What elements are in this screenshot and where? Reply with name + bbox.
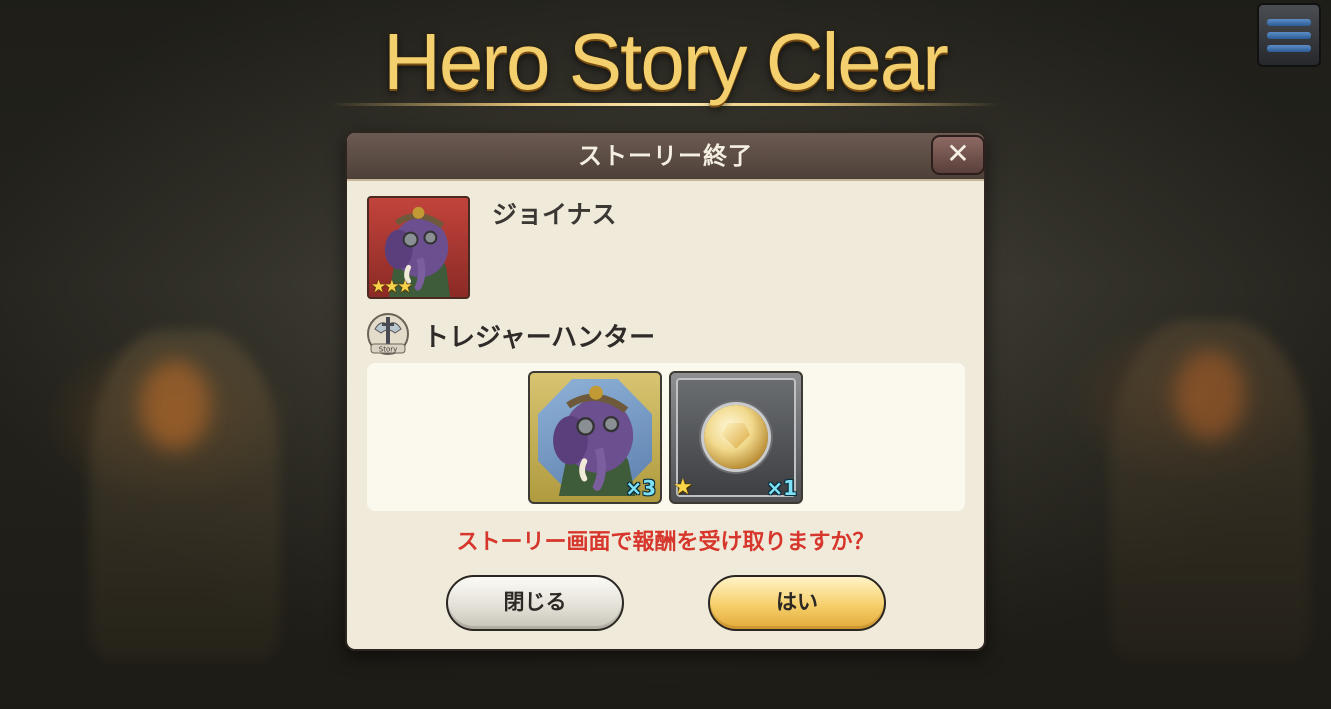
- torch-flame-right: [1175, 350, 1245, 440]
- banner-title: Hero Story Clear: [383, 17, 949, 106]
- close-dialog-button[interactable]: 閉じる: [446, 575, 624, 631]
- rarity-star-icon: ★: [673, 475, 693, 500]
- menu-button[interactable]: [1257, 3, 1321, 67]
- close-button[interactable]: ✕: [931, 135, 985, 175]
- torch-flame-left: [140, 360, 210, 450]
- yes-button[interactable]: はい: [708, 575, 886, 631]
- svg-text:Story: Story: [379, 346, 398, 354]
- reward-quantity: ×3: [625, 476, 656, 500]
- hero-portrait: ★★★: [367, 196, 470, 299]
- reward-panel: ×3 ★ ×1: [367, 363, 965, 511]
- gem-coin-icon: [704, 405, 768, 469]
- reward-quantity: ×1: [766, 476, 797, 500]
- hamburger-icon-bar: [1267, 44, 1311, 52]
- story-icon: Story: [367, 313, 409, 355]
- close-icon: ✕: [946, 137, 970, 170]
- gem-icon: [722, 423, 750, 449]
- reward-hero-fragment[interactable]: ×3: [528, 371, 662, 504]
- rarity-stars: ★★★: [371, 277, 413, 297]
- hamburger-icon-bar: [1267, 18, 1311, 26]
- story-title: トレジャーハンター: [423, 323, 656, 353]
- reward-prompt: ストーリー画面で報酬を受け取りますか？: [456, 530, 875, 555]
- story-clear-dialog: ストーリー終了 ✕ ★★★ ジョイナス Story トレジャーハンター ×3 ★…: [345, 131, 986, 651]
- dialog-title: ストーリー終了: [578, 142, 753, 170]
- reward-gem[interactable]: ★ ×1: [669, 371, 803, 504]
- hamburger-icon-bar: [1267, 31, 1311, 39]
- hero-name: ジョイナス: [492, 200, 617, 229]
